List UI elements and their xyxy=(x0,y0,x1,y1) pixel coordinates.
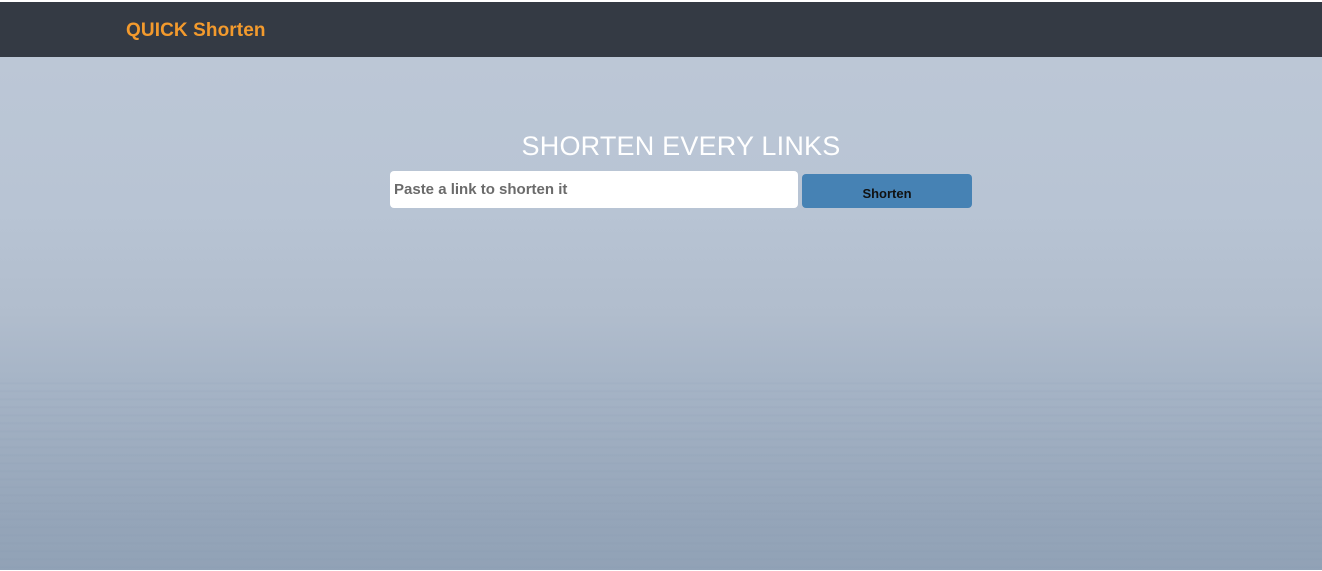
page: QUICK Shorten SHORTEN EVERY LINKS Shorte… xyxy=(0,0,1322,571)
top-navbar: QUICK Shorten xyxy=(0,2,1322,57)
brand-logo-link[interactable]: QUICK Shorten xyxy=(126,20,266,42)
sea-background xyxy=(0,377,1322,570)
link-input[interactable] xyxy=(390,171,798,208)
hero-title: SHORTEN EVERY LINKS xyxy=(521,131,841,161)
shorten-button[interactable]: Shorten xyxy=(802,174,972,208)
hero-section: SHORTEN EVERY LINKS Shorten xyxy=(0,57,1322,570)
